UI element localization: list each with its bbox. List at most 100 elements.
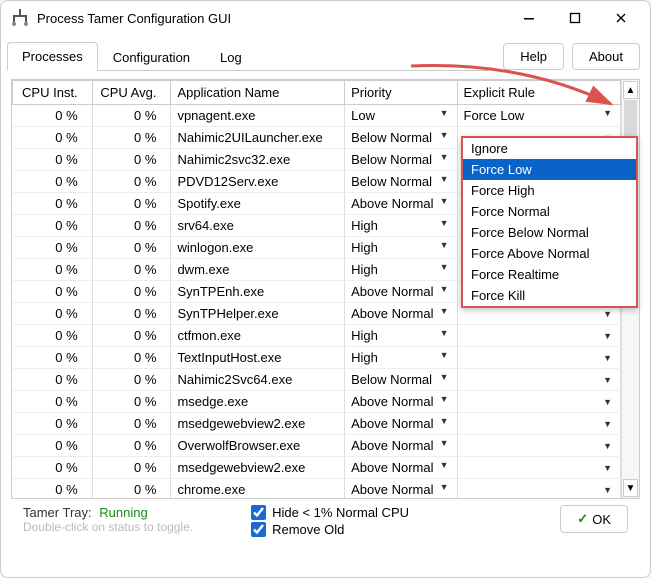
chevron-down-icon[interactable]: ▼ [440,350,449,360]
table-row[interactable]: 0 %0 %vpnagent.exeLow▼Force Low▼ [13,105,621,127]
cell-explicit-rule[interactable]: ▼ [457,435,621,457]
chevron-down-icon[interactable]: ▼ [440,218,449,228]
dropdown-option[interactable]: Force Below Normal [463,222,636,243]
cell-cpu-avg: 0 % [92,325,171,347]
tab-configuration[interactable]: Configuration [98,43,205,71]
dropdown-option[interactable]: Force Above Normal [463,243,636,264]
chevron-down-icon[interactable]: ▼ [440,108,449,118]
chevron-down-icon[interactable]: ▼ [440,284,449,294]
cell-cpu-inst: 0 % [13,457,93,479]
chevron-down-icon[interactable]: ▼ [603,397,612,407]
col-header-priority[interactable]: Priority [345,81,457,105]
maximize-button[interactable] [552,3,598,33]
table-row[interactable]: 0 %0 %msedgewebview2.exeAbove Normal▼▼ [13,457,621,479]
table-row[interactable]: 0 %0 %msedgewebview2.exeAbove Normal▼▼ [13,413,621,435]
col-header-cpu-avg[interactable]: CPU Avg. [92,81,171,105]
chevron-down-icon[interactable]: ▼ [603,309,612,319]
cell-priority[interactable]: Above Normal▼ [345,435,457,457]
chevron-down-icon[interactable]: ▼ [440,416,449,426]
explicit-rule-dropdown[interactable]: IgnoreForce LowForce HighForce NormalFor… [461,136,638,308]
scroll-down-icon[interactable]: ▼ [623,479,638,497]
chevron-down-icon[interactable]: ▼ [603,108,612,118]
tab-log[interactable]: Log [205,43,257,71]
table-row[interactable]: 0 %0 %Nahimic2Svc64.exeBelow Normal▼▼ [13,369,621,391]
dropdown-option[interactable]: Force High [463,180,636,201]
cell-priority[interactable]: High▼ [345,259,457,281]
chevron-down-icon[interactable]: ▼ [603,419,612,429]
chevron-down-icon[interactable]: ▼ [440,240,449,250]
about-button[interactable]: About [572,43,640,70]
cell-cpu-inst: 0 % [13,325,93,347]
cell-explicit-rule[interactable]: ▼ [457,391,621,413]
cell-explicit-rule[interactable]: ▼ [457,413,621,435]
chevron-down-icon[interactable]: ▼ [603,375,612,385]
chevron-down-icon[interactable]: ▼ [440,328,449,338]
cell-priority[interactable]: Above Normal▼ [345,303,457,325]
cell-priority[interactable]: Above Normal▼ [345,193,457,215]
cell-explicit-rule[interactable]: ▼ [457,479,621,499]
scroll-up-icon[interactable]: ▲ [623,81,638,99]
remove-old-checkbox[interactable]: Remove Old [251,522,409,537]
dropdown-option[interactable]: Ignore [463,138,636,159]
close-button[interactable] [598,3,644,33]
cell-priority[interactable]: High▼ [345,325,457,347]
cell-explicit-rule[interactable]: Force Low▼ [457,105,621,127]
chevron-down-icon[interactable]: ▼ [440,482,449,492]
chevron-down-icon[interactable]: ▼ [603,353,612,363]
cell-priority[interactable]: Above Normal▼ [345,391,457,413]
table-row[interactable]: 0 %0 %ctfmon.exeHigh▼▼ [13,325,621,347]
hide-low-cpu-input[interactable] [251,505,266,520]
col-header-app-name[interactable]: Application Name [171,81,345,105]
cell-priority[interactable]: High▼ [345,237,457,259]
col-header-explicit-rule[interactable]: Explicit Rule [457,81,621,105]
chevron-down-icon[interactable]: ▼ [440,460,449,470]
remove-old-input[interactable] [251,522,266,537]
chevron-down-icon[interactable]: ▼ [440,152,449,162]
chevron-down-icon[interactable]: ▼ [440,372,449,382]
cell-priority[interactable]: Low▼ [345,105,457,127]
chevron-down-icon[interactable]: ▼ [440,174,449,184]
cell-priority[interactable]: High▼ [345,215,457,237]
dropdown-option[interactable]: Force Normal [463,201,636,222]
chevron-down-icon[interactable]: ▼ [440,130,449,140]
cell-priority[interactable]: Below Normal▼ [345,369,457,391]
table-row[interactable]: 0 %0 %TextInputHost.exeHigh▼▼ [13,347,621,369]
help-button[interactable]: Help [503,43,564,70]
chevron-down-icon[interactable]: ▼ [440,306,449,316]
hide-low-cpu-checkbox[interactable]: Hide < 1% Normal CPU [251,505,409,520]
table-row[interactable]: 0 %0 %chrome.exeAbove Normal▼▼ [13,479,621,499]
chevron-down-icon[interactable]: ▼ [440,394,449,404]
cell-priority[interactable]: Below Normal▼ [345,127,457,149]
tamer-tray-status[interactable]: Running [99,505,147,520]
cell-explicit-rule[interactable]: ▼ [457,457,621,479]
dropdown-option[interactable]: Force Realtime [463,264,636,285]
chevron-down-icon[interactable]: ▼ [440,262,449,272]
table-row[interactable]: 0 %0 %msedge.exeAbove Normal▼▼ [13,391,621,413]
chevron-down-icon[interactable]: ▼ [603,331,612,341]
chevron-down-icon[interactable]: ▼ [603,463,612,473]
dropdown-option[interactable]: Force Kill [463,285,636,306]
cell-explicit-rule[interactable]: ▼ [457,369,621,391]
tab-processes[interactable]: Processes [7,42,98,71]
cell-priority[interactable]: Above Normal▼ [345,281,457,303]
chevron-down-icon[interactable]: ▼ [603,441,612,451]
cell-explicit-rule[interactable]: ▼ [457,325,621,347]
cell-cpu-avg: 0 % [92,303,171,325]
cell-priority[interactable]: Below Normal▼ [345,149,457,171]
cell-priority[interactable]: High▼ [345,347,457,369]
minimize-button[interactable] [506,3,552,33]
cell-priority[interactable]: Above Normal▼ [345,457,457,479]
cell-explicit-rule[interactable]: ▼ [457,347,621,369]
col-header-cpu-inst[interactable]: CPU Inst. [13,81,93,105]
cell-priority[interactable]: Above Normal▼ [345,479,457,499]
cell-app-name: OverwolfBrowser.exe [171,435,345,457]
table-row[interactable]: 0 %0 %OverwolfBrowser.exeAbove Normal▼▼ [13,435,621,457]
cell-app-name: msedge.exe [171,391,345,413]
chevron-down-icon[interactable]: ▼ [440,438,449,448]
cell-priority[interactable]: Above Normal▼ [345,413,457,435]
ok-button[interactable]: ✓ OK [560,505,628,533]
dropdown-option[interactable]: Force Low [463,159,636,180]
cell-priority[interactable]: Below Normal▼ [345,171,457,193]
chevron-down-icon[interactable]: ▼ [440,196,449,206]
chevron-down-icon[interactable]: ▼ [603,485,612,495]
